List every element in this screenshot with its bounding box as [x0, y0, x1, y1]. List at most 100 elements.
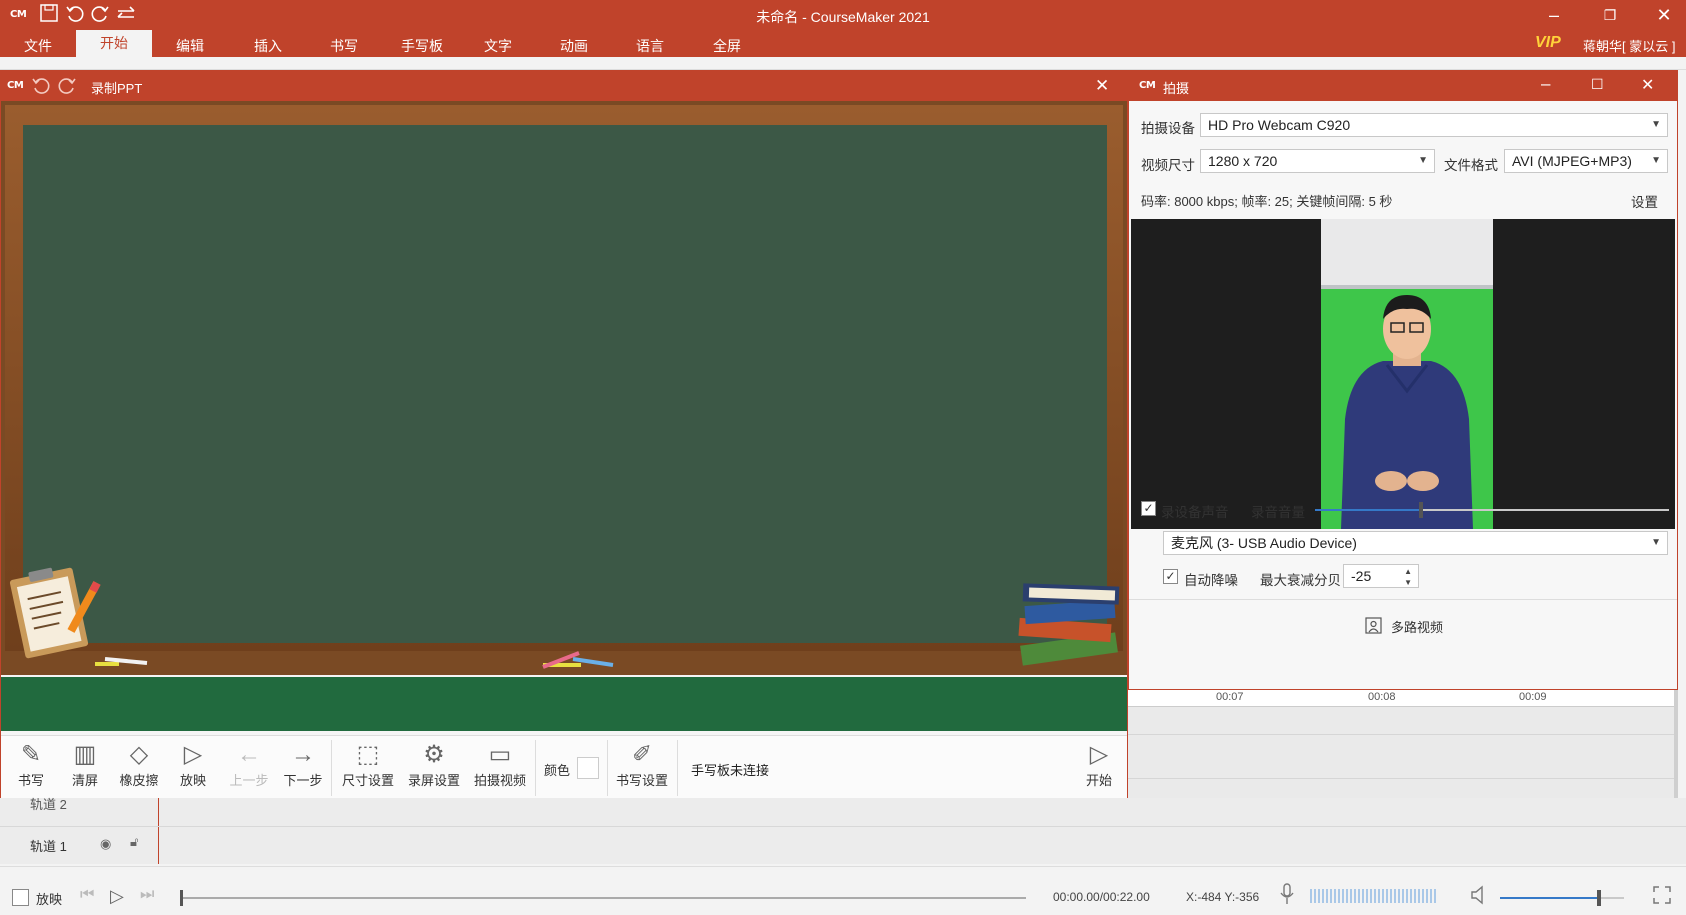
record-undo-icon[interactable]	[31, 76, 51, 96]
play-icon[interactable]: ▷	[110, 886, 124, 907]
lock-icon[interactable]: 🔓︎	[130, 834, 138, 850]
microphone-select[interactable]: 麦克风 (3- USB Audio Device) ▼	[1163, 531, 1668, 555]
playback-volume-slider[interactable]	[1500, 890, 1624, 906]
menu-edit[interactable]: 编辑	[176, 36, 204, 56]
bitrate-info: 码率: 8000 kbps; 帧率: 25; 关键帧间隔: 5 秒	[1141, 194, 1393, 209]
previous-step-label: 上一步	[229, 773, 269, 788]
shoot-video-tool[interactable]: ▭ 拍摄视频	[471, 740, 529, 796]
capture-window-titlebar: CM 拍摄 – ☐ ✕	[1129, 71, 1677, 101]
toolbar-separator	[331, 740, 332, 796]
menu-fullscreen[interactable]: 全屏	[713, 36, 741, 56]
settings-link[interactable]: 设置	[1631, 191, 1658, 211]
pen-settings-tool[interactable]: ✐ 书写设置	[613, 740, 671, 796]
playback-volume-thumb[interactable]	[1597, 890, 1602, 906]
video-size-label: 视频尺寸	[1141, 158, 1195, 173]
coordinates-display: X:-484 Y:-356	[1186, 890, 1260, 904]
timeline-vscroll[interactable]	[1674, 690, 1678, 798]
video-size-value: 1280 x 720	[1208, 153, 1278, 169]
microphone-value: 麦克风 (3- USB Audio Device)	[1171, 535, 1357, 551]
menu-text[interactable]: 文字	[484, 36, 512, 56]
next-frame-icon[interactable]: ⏭	[140, 886, 154, 904]
minimize-button[interactable]: –	[1534, 3, 1574, 27]
dropdown-arrow-icon: ▼	[1651, 155, 1661, 166]
eraser-tool[interactable]: ◇ 橡皮擦	[111, 740, 167, 796]
microphone-icon[interactable]	[1280, 883, 1294, 905]
next-step-tool[interactable]: → 下一步	[275, 740, 331, 796]
clear-tool-label: 清屏	[71, 773, 98, 788]
play-checkbox[interactable]	[12, 889, 29, 906]
books-illustration	[1018, 583, 1120, 666]
color-label: 颜色	[544, 763, 571, 778]
restore-button[interactable]: ❐	[1590, 3, 1630, 27]
capture-maximize-button[interactable]: ☐	[1591, 76, 1604, 93]
write-tool-label: 书写	[17, 773, 44, 788]
menu-insert[interactable]: 插入	[254, 36, 282, 56]
file-format-value: AVI (MJPEG+MP3)	[1512, 153, 1632, 169]
capture-close-button[interactable]: ✕	[1641, 75, 1654, 95]
record-settings-tool[interactable]: ⚙ 录屏设置	[405, 740, 463, 796]
menu-write[interactable]: 书写	[330, 36, 358, 56]
vip-badge[interactable]: VIP	[1535, 34, 1561, 52]
pen-settings-icon: ✐	[631, 741, 653, 768]
record-audio-checkbox[interactable]: ✓	[1141, 501, 1156, 516]
track-divider	[1128, 778, 1678, 779]
play-screen-icon: ▷	[183, 741, 203, 768]
color-swatch[interactable]	[577, 757, 599, 779]
capture-minimize-button[interactable]: –	[1541, 74, 1550, 94]
menu-animation[interactable]: 动画	[560, 36, 588, 56]
record-window-logo: CM	[7, 80, 24, 91]
blackboard-canvas[interactable]	[1, 101, 1127, 707]
start-button[interactable]: ▷ 开始	[1071, 740, 1127, 796]
user-name[interactable]: 蒋朝华[ 蒙以云 ]	[1583, 36, 1675, 55]
record-volume-thumb[interactable]	[1419, 502, 1424, 518]
previous-step-tool[interactable]: ← 上一步	[221, 740, 277, 796]
clipboard-illustration	[9, 567, 101, 659]
title-bar: CM 未命名 - CourseMaker 2021 – ❐ ✕	[0, 0, 1686, 30]
clear-tool[interactable]: ▥ 清屏	[57, 740, 113, 796]
menu-file[interactable]: 文件	[24, 36, 52, 56]
eraser-icon: ◇	[129, 741, 149, 768]
eye-icon[interactable]: ◉	[100, 836, 111, 852]
ruler-tick: 00:09	[1519, 691, 1547, 703]
pen-icon: ✎	[20, 741, 42, 768]
arrow-left-icon: ←	[237, 741, 261, 768]
menu-language[interactable]: 语言	[636, 36, 664, 56]
previous-frame-icon[interactable]: ⏮	[80, 886, 94, 904]
spin-down-icon[interactable]: ▼	[1404, 572, 1412, 594]
timeline-panel: 00:07 00:08 00:09	[1128, 690, 1678, 798]
denoise-label: 自动降噪	[1184, 573, 1238, 588]
close-button[interactable]: ✕	[1644, 3, 1684, 27]
progress-thumb[interactable]	[180, 890, 183, 906]
playhead[interactable]	[158, 798, 159, 864]
video-size-select[interactable]: 1280 x 720 ▼	[1200, 149, 1435, 173]
denoise-checkbox[interactable]: ✓	[1163, 569, 1178, 584]
slideshow-tool-label: 放映	[179, 773, 206, 788]
device-select[interactable]: HD Pro Webcam C920 ▼	[1200, 113, 1668, 137]
menu-start[interactable]: 开始	[76, 30, 152, 57]
play-icon: ▷	[1089, 741, 1109, 768]
file-format-select[interactable]: AVI (MJPEG+MP3) ▼	[1504, 149, 1668, 173]
size-settings-tool[interactable]: ⬚ 尺寸设置	[339, 740, 397, 796]
menu-tablet[interactable]: 手写板	[401, 36, 443, 56]
record-audio-label: 录设备声音	[1161, 505, 1229, 520]
speaker-icon[interactable]	[1470, 885, 1490, 905]
record-volume-slider[interactable]	[1315, 502, 1669, 518]
window-title: 未命名 - CourseMaker 2021	[756, 9, 930, 25]
device-label: 拍摄设备	[1141, 121, 1195, 136]
chalk-sticks-middle	[542, 651, 614, 669]
progress-slider[interactable]	[180, 890, 1026, 906]
time-ruler: 00:07 00:08 00:09	[1128, 690, 1678, 707]
record-close-icon[interactable]: ✕	[1095, 76, 1109, 96]
fullscreen-icon[interactable]	[1652, 885, 1672, 905]
slideshow-tool[interactable]: ▷ 放映	[165, 740, 221, 796]
chalkboard-surface[interactable]	[23, 125, 1107, 643]
record-settings-label: 录屏设置	[407, 773, 460, 788]
record-redo-icon[interactable]	[57, 76, 77, 96]
menu-bar: 文件 开始 编辑 插入 书写 手写板 文字 动画 语言 全屏 VIP 蒋朝华[ …	[0, 30, 1686, 57]
green-floor	[1, 677, 1127, 731]
write-tool[interactable]: ✎ 书写	[3, 740, 59, 796]
tablet-status: 手写板未连接	[691, 763, 770, 778]
max-attenuation-spinner[interactable]: -25 ▲ ▼	[1343, 564, 1419, 588]
dropdown-arrow-icon: ▼	[1651, 119, 1661, 130]
capture-window: CM 拍摄 – ☐ ✕ 拍摄设备 HD Pro Webcam C920 ▼ 视频…	[1128, 70, 1678, 690]
